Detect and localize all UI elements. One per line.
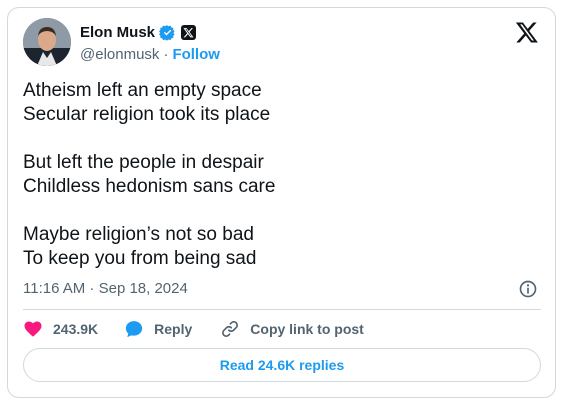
divider <box>23 309 541 310</box>
avatar[interactable] <box>23 18 71 66</box>
verified-badge-icon <box>159 24 176 41</box>
info-icon[interactable] <box>518 279 538 299</box>
follow-button[interactable]: Follow <box>172 46 220 63</box>
tweet-text: Atheism left an empty space Secular reli… <box>23 79 533 271</box>
tweet-text-line: But left the people in despair <box>23 152 264 173</box>
reply-button[interactable]: Reply <box>124 319 192 339</box>
tweet-actions: 243.9K Reply Copy link to post <box>23 318 364 340</box>
reply-label: Reply <box>154 321 193 337</box>
x-logo-badge-icon <box>181 24 197 40</box>
avatar-image <box>23 18 71 66</box>
author-handle-row: @elonmusk · Follow <box>80 45 220 63</box>
read-replies-label: Read 24.6K replies <box>219 357 345 373</box>
copy-link-button[interactable]: Copy link to post <box>220 319 364 339</box>
tweet-text-line: Atheism left an empty space <box>23 80 262 101</box>
like-count: 243.9K <box>53 321 99 337</box>
chat-bubble-icon <box>125 321 143 338</box>
heart-icon <box>24 321 42 337</box>
link-icon <box>222 321 239 337</box>
author-name[interactable]: Elon Musk <box>80 24 155 41</box>
author-handle[interactable]: @elonmusk <box>80 46 159 63</box>
copy-link-label: Copy link to post <box>250 321 364 337</box>
tweet-text-blank-line <box>23 127 533 151</box>
x-logo-icon[interactable] <box>515 20 539 44</box>
tweet-timestamp[interactable]: 11:16 AM · Sep 18, 2024 <box>23 280 188 298</box>
tweet-text-line: Secular religion took its place <box>23 104 271 125</box>
like-button[interactable]: 243.9K <box>23 319 98 339</box>
tweet-text-line: Childless hedonism sans care <box>23 176 276 197</box>
tweet-text-line: To keep you from being sad <box>23 248 257 269</box>
tweet-text-line: Maybe religion’s not so bad <box>23 224 254 245</box>
author-name-row: Elon Musk <box>80 23 197 41</box>
tweet-text-blank-line <box>23 199 533 223</box>
read-replies-button[interactable]: Read 24.6K replies <box>23 348 541 382</box>
separator-dot: · <box>163 45 169 63</box>
